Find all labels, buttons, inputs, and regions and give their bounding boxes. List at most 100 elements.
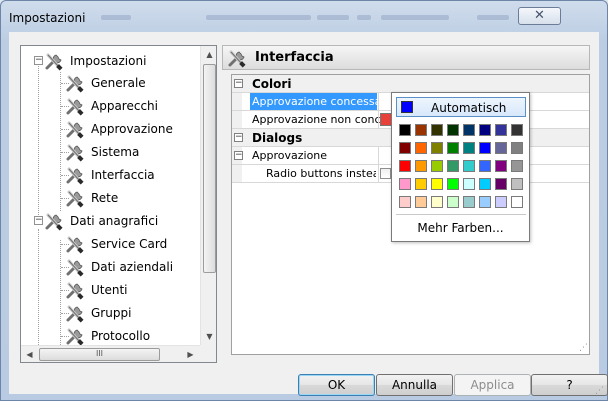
tools-icon [66,75,84,93]
ok-button[interactable]: OK [298,374,375,396]
tree-item-dati-anagrafici[interactable]: Dati anagrafici [44,210,158,232]
close-button[interactable]: ✕ [518,7,561,25]
tree-item-impostazioni[interactable]: Impostazioni [44,50,146,72]
color-swatch[interactable] [415,196,427,208]
settings-tree[interactable]: − Impostazioni Generale Apparecchi Approvazi… [20,45,217,363]
tree-item-service-card[interactable]: Service Card [65,233,167,255]
color-swatch[interactable] [399,178,411,190]
color-swatch[interactable] [511,124,523,136]
section-title: Interfaccia [255,50,334,65]
section-header: Interfaccia [222,45,590,70]
color-swatch[interactable] [495,196,507,208]
grid-divider [378,93,379,110]
radio-buttons-checkbox[interactable] [380,168,391,179]
tree-item-label: Generale [91,76,146,90]
tree-item-rete[interactable]: Rete [65,187,118,209]
color-swatch[interactable] [447,160,459,172]
blurred-title-text [357,15,371,20]
color-swatch[interactable] [495,124,507,136]
blurred-title-text [381,15,449,20]
color-swatch[interactable] [479,160,491,172]
color-swatch[interactable] [479,178,491,190]
tree-item-label: Gruppi [91,306,132,320]
color-swatch[interactable] [431,160,443,172]
color-swatch[interactable] [415,160,427,172]
close-icon: ✕ [534,8,545,23]
tree-item-approvazione[interactable]: Approvazione [65,118,173,140]
color-picker-popup: Automatisch Mehr Farben... [391,92,530,242]
scroll-thumb[interactable] [203,64,216,273]
more-colors-button[interactable]: Mehr Farben... [392,221,529,235]
color-swatch[interactable] [447,124,459,136]
color-swatch[interactable] [495,142,507,154]
resize-grip-icon[interactable]: ⋰ [579,343,588,353]
blurred-title-text [317,15,349,20]
color-swatch[interactable] [431,196,443,208]
automatic-label: Automatisch [431,101,507,115]
color-swatch[interactable] [415,178,427,190]
category-colori[interactable]: − Colori [232,75,589,93]
tree-item-label: Rete [91,191,119,205]
collapse-icon[interactable]: − [234,79,243,88]
color-swatch[interactable] [415,124,427,136]
apply-button[interactable]: Applica [454,374,531,396]
color-swatch[interactable] [463,160,475,172]
automatic-color-button[interactable]: Automatisch [396,97,526,117]
color-swatch[interactable] [495,160,507,172]
color-swatch[interactable] [431,142,443,154]
blurred-title-text [206,15,311,20]
blurred-title-text [101,15,131,20]
color-swatch[interactable] [431,124,443,136]
tree-horizontal-scrollbar[interactable]: ◀ III ▶ [21,345,200,362]
color-swatch[interactable] [479,124,491,136]
tree-item-gruppi[interactable]: Gruppi [65,302,131,324]
color-swatch[interactable] [447,178,459,190]
scroll-right-arrow-icon[interactable]: ▶ [182,346,199,362]
property-name: Approvazione [252,149,328,162]
scroll-up-arrow-icon[interactable]: ▲ [201,46,216,63]
tree-item-generale[interactable]: Generale [65,72,146,94]
tools-icon [66,259,84,277]
tree-vertical-scrollbar[interactable]: ▲ ▼ [200,46,216,345]
color-swatch[interactable] [463,196,475,208]
horizontal-scroll-thumb[interactable]: III [39,348,160,361]
color-swatch[interactable] [447,142,459,154]
color-swatch[interactable] [511,178,523,190]
scroll-down-arrow-icon[interactable]: ▼ [201,328,216,345]
tree-item-utenti[interactable]: Utenti [65,279,128,301]
tree-item-sistema[interactable]: Sistema [65,141,139,163]
color-swatch[interactable] [463,124,475,136]
tree-collapse-icon[interactable]: − [34,56,43,65]
color-swatch[interactable] [399,124,411,136]
color-swatch[interactable] [463,142,475,154]
tree-item-protocollo[interactable]: Protocollo [65,325,150,345]
cancel-button[interactable]: Annulla [376,374,453,396]
color-swatch[interactable] [511,160,523,172]
color-swatch[interactable] [415,142,427,154]
color-swatch[interactable] [431,178,443,190]
color-swatch[interactable] [447,196,459,208]
property-name: Approvazione concessa [250,93,377,110]
tree-item-apparecchi[interactable]: Apparecchi [65,95,158,117]
collapse-icon[interactable]: − [234,133,243,142]
color-swatch[interactable] [399,160,411,172]
color-swatch[interactable] [399,142,411,154]
tree-item-label: Sistema [91,145,140,159]
color-swatch[interactable] [399,196,411,208]
automatic-color-swatch [401,101,413,113]
color-swatch[interactable] [479,142,491,154]
grip-icon: III [95,349,104,358]
tree-item-dati-aziendali[interactable]: Dati aziendali [65,256,173,278]
color-swatch[interactable] [495,178,507,190]
window-resize-grip-icon[interactable]: ⋰ [595,386,605,396]
title-bar[interactable]: Impostazioni ✕ [1,1,607,33]
collapse-icon[interactable]: − [234,151,243,160]
color-swatch[interactable] [479,196,491,208]
color-swatch[interactable] [463,178,475,190]
tree-collapse-icon[interactable]: − [34,216,43,225]
tree-item-interfaccia[interactable]: Interfaccia [65,164,155,186]
scroll-corner [200,345,216,362]
color-swatch[interactable] [511,142,523,154]
scroll-left-arrow-icon[interactable]: ◀ [21,346,38,362]
color-swatch[interactable] [511,196,523,208]
